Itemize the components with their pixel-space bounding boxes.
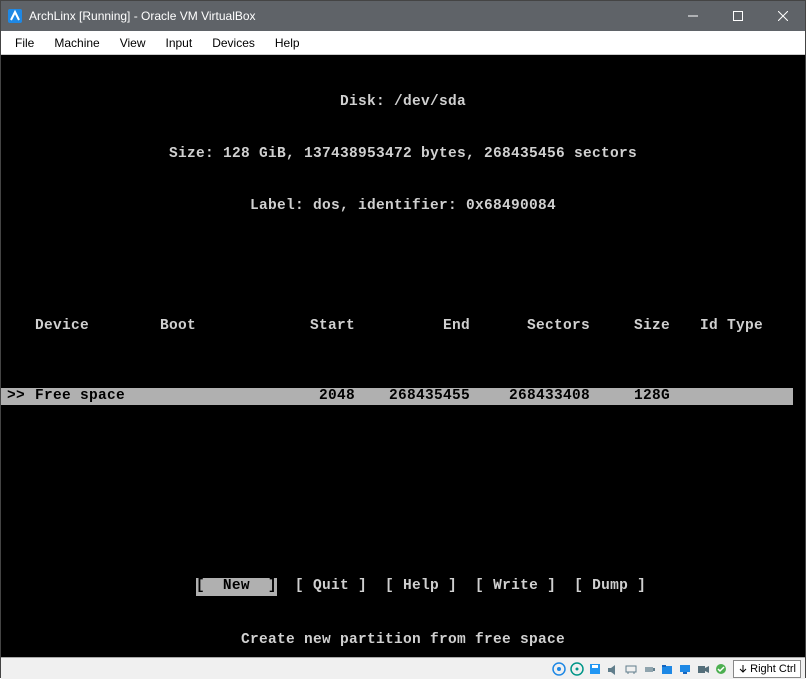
statusbar: Right Ctrl <box>1 657 805 679</box>
menu-help[interactable]: Help <box>265 31 310 54</box>
cell-end: 268435455 <box>355 388 470 405</box>
cell-sectors: 268433408 <box>470 388 590 405</box>
cell-size: 128G <box>590 388 670 405</box>
menu-opt-write[interactable]: [ Write ] <box>475 578 556 595</box>
col-end: End <box>355 318 470 335</box>
menubar: File Machine View Input Devices Help <box>1 31 805 55</box>
cfdisk-hint: Create new partition from free space <box>1 632 805 649</box>
network-icon[interactable] <box>623 661 639 677</box>
col-device: Device <box>35 318 160 335</box>
col-sectors: Sectors <box>470 318 590 335</box>
menu-machine[interactable]: Machine <box>44 31 109 54</box>
menu-file[interactable]: File <box>5 31 44 54</box>
menu-opt-help[interactable]: [ Help ] <box>385 578 457 595</box>
label-line: Label: dos, identifier: 0x68490084 <box>7 198 799 215</box>
menu-opt-new[interactable]: [ New ] <box>196 578 277 595</box>
partition-row-free-space[interactable]: >> Free space 2048 268435455 268433408 1… <box>1 388 793 405</box>
usb-icon[interactable] <box>641 661 657 677</box>
hostkey-arrow-icon <box>738 664 748 674</box>
hostkey-indicator[interactable]: Right Ctrl <box>733 660 801 678</box>
floppy-icon[interactable] <box>587 661 603 677</box>
cell-device: Free space <box>35 388 160 405</box>
menu-input[interactable]: Input <box>156 31 203 54</box>
col-start: Start <box>255 318 355 335</box>
menu-devices[interactable]: Devices <box>202 31 265 54</box>
hostkey-label: Right Ctrl <box>750 663 796 675</box>
minimize-button[interactable] <box>670 1 715 31</box>
cell-boot <box>160 388 255 405</box>
shared-folders-icon[interactable] <box>659 661 675 677</box>
harddisk-icon[interactable] <box>551 661 567 677</box>
col-idtype: Id Type <box>670 318 799 335</box>
window-titlebar: ArchLinx [Running] - Oracle VM VirtualBo… <box>1 1 805 31</box>
disk-line: Disk: /dev/sda <box>7 94 799 111</box>
close-button[interactable] <box>760 1 805 31</box>
menu-view[interactable]: View <box>110 31 156 54</box>
menu-opt-dump[interactable]: [ Dump ] <box>574 578 646 595</box>
virtualbox-icon <box>7 8 23 24</box>
col-boot: Boot <box>160 318 255 335</box>
audio-icon[interactable] <box>605 661 621 677</box>
window-title: ArchLinx [Running] - Oracle VM VirtualBo… <box>29 9 670 23</box>
cell-idtype <box>670 388 787 405</box>
guest-additions-icon[interactable] <box>713 661 729 677</box>
maximize-button[interactable] <box>715 1 760 31</box>
partition-table-header: Device Boot Start End Sectors Size Id Ty… <box>7 318 799 335</box>
menu-opt-quit[interactable]: [ Quit ] <box>295 578 367 595</box>
optical-icon[interactable] <box>569 661 585 677</box>
display-icon[interactable] <box>677 661 693 677</box>
cfdisk-menu: [ New ] [ Quit ] [ Help ] [ Write ] [ Du… <box>1 561 805 613</box>
recording-icon[interactable] <box>695 661 711 677</box>
size-line: Size: 128 GiB, 137438953472 bytes, 26843… <box>7 146 799 163</box>
terminal-area[interactable]: Disk: /dev/sda Size: 128 GiB, 1374389534… <box>1 55 805 657</box>
cell-start: 2048 <box>255 388 355 405</box>
row-cursor: >> <box>7 388 35 405</box>
col-size: Size <box>590 318 670 335</box>
